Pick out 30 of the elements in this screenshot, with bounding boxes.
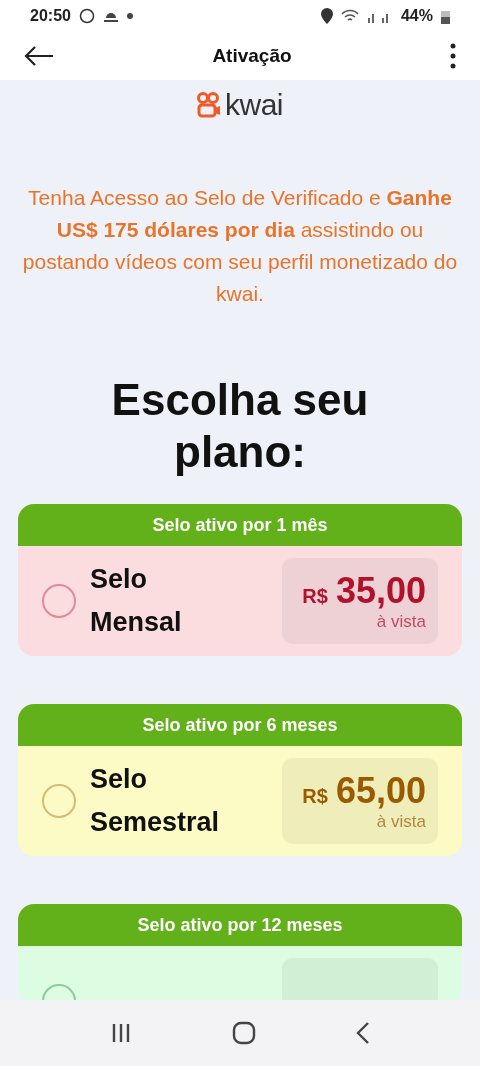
currency-symbol: R$	[302, 785, 328, 808]
plan-duration-banner: Selo ativo por 1 mês	[18, 504, 462, 546]
plan-name: Selo Mensal	[90, 563, 183, 639]
back-chevron-icon	[356, 1021, 370, 1045]
location-icon	[320, 8, 333, 24]
logo-icon	[197, 92, 221, 118]
brand-name: kwai	[225, 88, 283, 122]
battery-level: 44%	[400, 7, 433, 25]
radio-button[interactable]	[42, 584, 76, 618]
home-icon	[232, 1021, 256, 1045]
recent-apps-icon	[110, 1022, 132, 1044]
back-arrow-icon	[24, 45, 54, 67]
payment-terms: à vista	[376, 612, 426, 632]
currency-symbol: R$	[302, 585, 328, 608]
radio-button[interactable]	[42, 784, 76, 818]
chat-icon	[78, 8, 95, 24]
section-heading: Escolha seu plano:	[110, 374, 370, 478]
plan-name: Selo Semestral	[90, 763, 220, 839]
plan-duration-banner: Selo ativo por 12 meses	[18, 904, 462, 946]
status-time: 20:50	[30, 7, 71, 25]
battery-icon	[441, 8, 450, 24]
plan-duration-banner: Selo ativo por 6 meses	[18, 704, 462, 746]
price: 65,00	[335, 770, 426, 812]
more-options-icon	[450, 43, 456, 69]
payment-terms: à vista	[376, 812, 426, 832]
dot-icon	[126, 13, 133, 19]
page-title: Ativação	[212, 45, 292, 67]
wifi-icon	[340, 9, 359, 23]
price: 35,00	[335, 570, 426, 612]
promo-text: Tenha Acesso ao Selo de Verificado e Ganhe US$ 175 dólares por dia assistindo ou postando vídeos com seu perfil monetizado do kwai.	[21, 185, 459, 307]
